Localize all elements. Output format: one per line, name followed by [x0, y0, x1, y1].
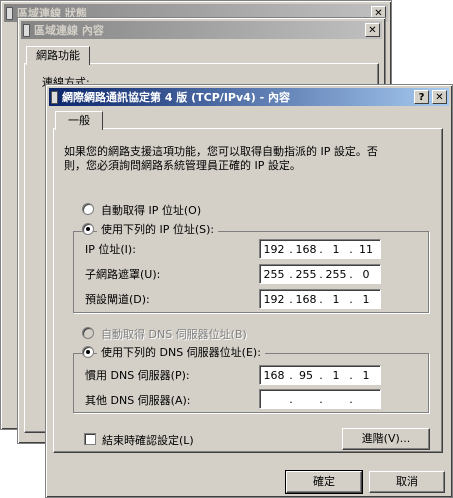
ip-dot: . [349, 392, 353, 406]
ip-dot: . [319, 392, 323, 406]
preferred-dns-field[interactable]: 168. 95. 1. 1 [259, 365, 381, 385]
alternate-dns-field[interactable]: ... [259, 389, 381, 409]
auto-dns-radio[interactable] [82, 327, 94, 339]
ip-octet: 1 [362, 292, 370, 306]
ipv4-properties-dialog: 網際網路通訊協定第 4 版 (TCP/IPv4) - 內容 ? ✕ 一般 如果您… [45, 84, 453, 498]
auto-ip-label[interactable]: 自動取得 IP 位址(O) [101, 202, 201, 218]
ip-octet: 168 [295, 242, 317, 256]
manual-ip-radio[interactable] [82, 223, 94, 235]
ip-dot: . [289, 392, 293, 406]
close-icon[interactable]: ✕ [432, 90, 447, 104]
validate-on-exit-label[interactable]: 結束時確認設定(L) [102, 432, 194, 448]
network-connection-icon [23, 23, 30, 37]
ip-address-field[interactable]: 192. 168. 1. 11 [259, 239, 381, 259]
auto-dns-label[interactable]: 自動取得 DNS 伺服器位址(B) [101, 326, 247, 342]
help-icon[interactable]: ? [414, 90, 429, 104]
ip-octet: 192 [263, 292, 285, 306]
network-connection-icon [51, 90, 58, 104]
ip-octet: 1 [332, 242, 340, 256]
ok-button[interactable]: 確定 [285, 470, 363, 494]
ip-octet: 168 [295, 292, 317, 306]
ip-octet: 192 [263, 242, 285, 256]
dialog-title: 網際網路通訊協定第 4 版 (TCP/IPv4) - 內容 [62, 91, 291, 104]
preferred-dns-label: 慣用 DNS 伺服器(P): [85, 369, 190, 382]
close-icon[interactable]: ✕ [365, 23, 380, 37]
ip-octet: 1 [332, 292, 340, 306]
ip-octet: 1 [362, 368, 370, 382]
network-connection-icon [6, 6, 13, 20]
tab-general[interactable]: 一般 [55, 111, 103, 130]
ip-octet: 255 [295, 267, 317, 281]
ip-octet: 1 [332, 368, 340, 382]
ip-octet: 255 [325, 267, 347, 281]
subnet-mask-field[interactable]: 255. 255. 255. 0 [259, 264, 381, 284]
ip-octet: 95 [299, 368, 313, 382]
background-window-properties-titlebar[interactable]: 區域連線 內容 ✕ [21, 21, 382, 39]
manual-dns-label[interactable]: 使用下列的 DNS 伺服器位址(E): [97, 344, 265, 360]
validate-on-exit-checkbox[interactable] [84, 433, 96, 445]
dialog-titlebar[interactable]: 網際網路通訊協定第 4 版 (TCP/IPv4) - 內容 ? ✕ [49, 88, 449, 106]
ip-octet: 168 [263, 368, 285, 382]
background-window-properties-title: 區域連線 內容 [34, 24, 104, 37]
ip-octet: 11 [359, 242, 373, 256]
auto-ip-radio[interactable] [82, 203, 94, 215]
alternate-dns-label: 其他 DNS 伺服器(A): [85, 394, 191, 407]
subnet-mask-label: 子網路遮罩(U): [85, 268, 161, 281]
cancel-button[interactable]: 取消 [369, 471, 445, 493]
tab-networking[interactable]: 網路功能 [26, 46, 90, 65]
default-gateway-label: 預設閘道(D): [85, 293, 150, 306]
manual-ip-label[interactable]: 使用下列的 IP 位址(S): [97, 221, 219, 237]
description-line-2: 則，您必須詢問網路系統管理員正確的 IP 設定。 [64, 159, 301, 172]
advanced-button[interactable]: 進階(V)... [342, 428, 430, 450]
default-gateway-field[interactable]: 192. 168. 1. 1 [259, 289, 381, 309]
ip-octet: 255 [263, 267, 285, 281]
manual-dns-radio[interactable] [82, 346, 94, 358]
ip-octet: 0 [362, 267, 370, 281]
ip-address-label: IP 位址(I): [85, 243, 136, 256]
